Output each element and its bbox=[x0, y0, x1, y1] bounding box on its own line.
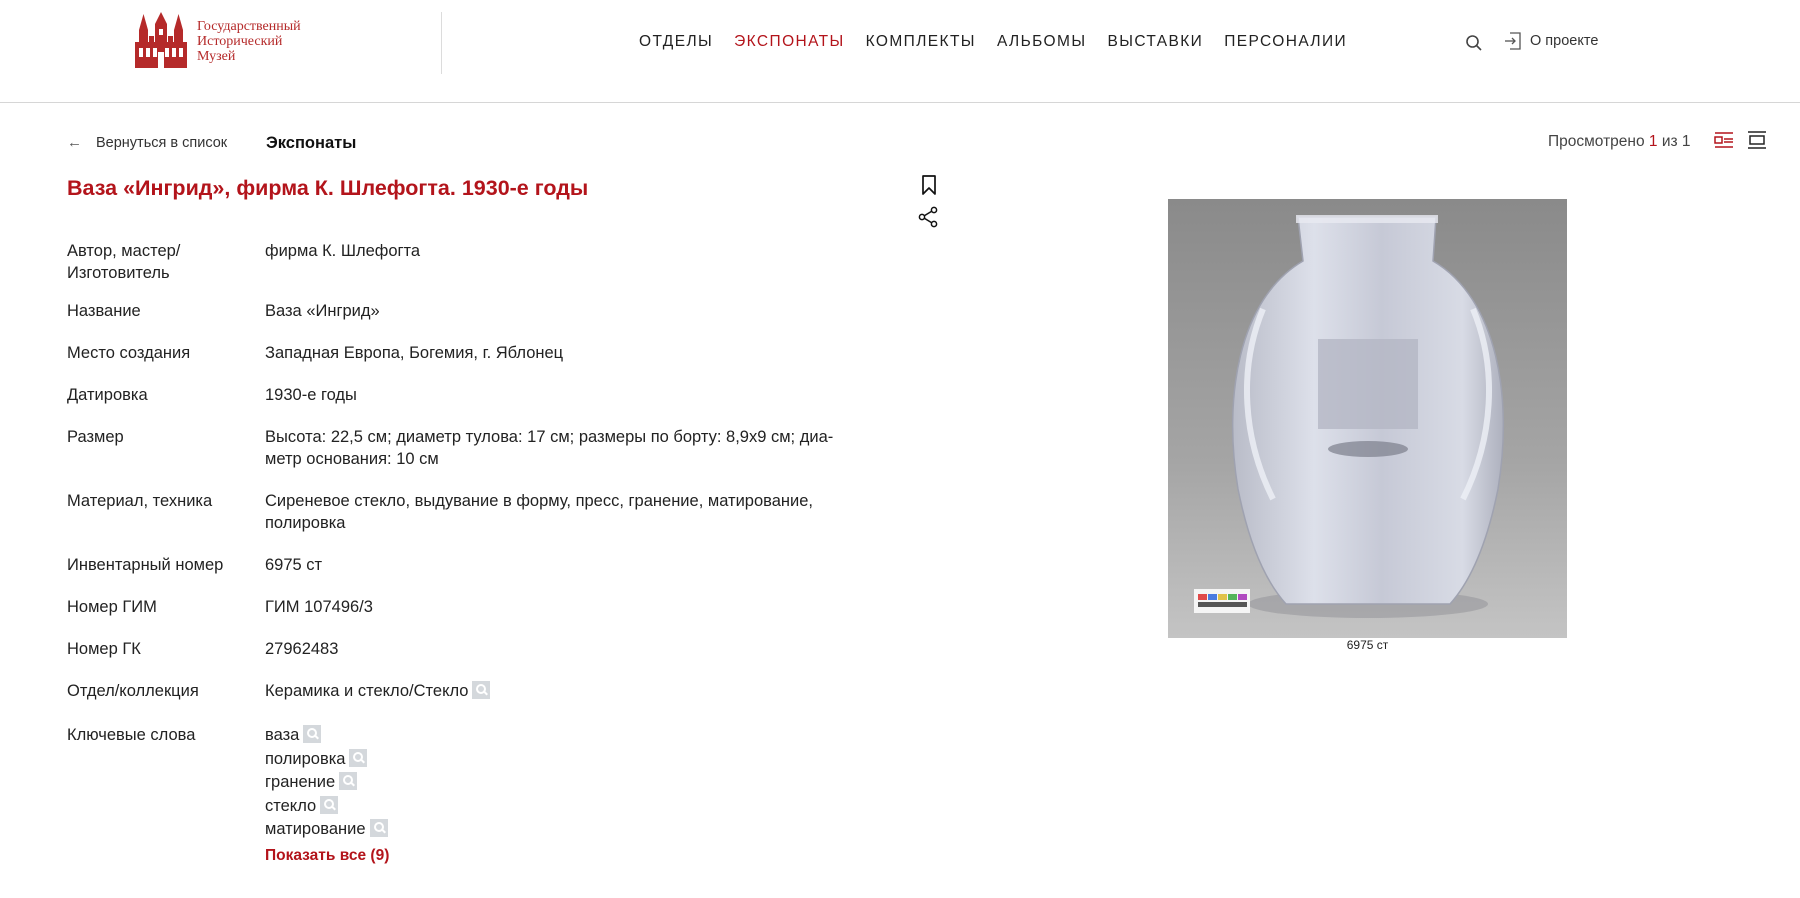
detail-value: Керамика и стекло/Стекло bbox=[265, 680, 895, 702]
item-photo[interactable] bbox=[1168, 199, 1567, 638]
share-icon bbox=[918, 206, 938, 228]
detail-label: Автор, мастер/ Изготовитель bbox=[67, 242, 181, 282]
list-view-icon bbox=[1714, 132, 1733, 148]
logo-line: Государственный bbox=[197, 18, 301, 34]
detail-row-department: Отдел/коллекция Керамика и стекло/Стекло bbox=[67, 680, 895, 702]
section-title: Экспонаты bbox=[266, 134, 357, 152]
vase-image bbox=[1168, 199, 1567, 638]
search-icon[interactable] bbox=[320, 795, 339, 814]
detail-row-size: Размер Высота: 22,5 см; диаметр тулова: … bbox=[67, 426, 895, 470]
keyword-link[interactable]: стекло bbox=[265, 797, 316, 815]
detail-label: Номер ГК bbox=[67, 640, 141, 658]
detail-label: Название bbox=[67, 302, 141, 320]
detail-value: фирма К. Шлефогта bbox=[265, 242, 421, 260]
search-icon bbox=[1466, 35, 1482, 51]
nav-item-albums[interactable]: АЛЬБОМЫ bbox=[997, 33, 1087, 51]
gallery-view-icon bbox=[1748, 131, 1766, 149]
detail-label: Ключевые слова bbox=[67, 726, 196, 744]
share-button[interactable] bbox=[917, 206, 939, 233]
bookmark-icon bbox=[922, 175, 936, 195]
about-label: О проекте bbox=[1530, 33, 1599, 49]
search-icon[interactable] bbox=[349, 748, 368, 767]
detail-value: 27962483 bbox=[265, 640, 339, 658]
detail-value: Высота: 22,5 см; диаметр тулова: 17 см; … bbox=[265, 428, 834, 468]
detail-row-inventory: Инвентарный номер 6975 ст bbox=[67, 554, 895, 576]
viewed-total: 1 bbox=[1681, 133, 1691, 150]
detail-label: Отдел/коллекция bbox=[67, 682, 199, 700]
detail-value: Ваза «Ингрид» bbox=[265, 302, 380, 320]
nav-item-persons[interactable]: ПЕРСОНАЛИИ bbox=[1224, 33, 1347, 51]
about-project-link[interactable]: О проекте bbox=[1504, 32, 1598, 50]
search-icon[interactable] bbox=[472, 681, 491, 699]
nav-item-exhibitions[interactable]: ВЫСТАВКИ bbox=[1107, 33, 1203, 51]
keyword-link[interactable]: матирование bbox=[265, 820, 366, 838]
photo-caption: 6975 ст bbox=[1346, 638, 1389, 652]
detail-label: Номер ГИМ bbox=[67, 598, 157, 616]
keyword-link[interactable]: ваза bbox=[265, 726, 299, 744]
detail-row-gim-number: Номер ГИМ ГИМ 107496/3 bbox=[67, 596, 895, 618]
detail-label: Материал, техника bbox=[67, 492, 213, 510]
login-icon bbox=[1505, 32, 1521, 50]
gallery-view-button[interactable] bbox=[1747, 130, 1767, 150]
detail-value: Сиреневое стекло, выдувание в форму, пре… bbox=[265, 492, 813, 532]
detail-row-keywords: Ключевые слова ваза полировка гранение с… bbox=[67, 724, 895, 867]
keyword-item: матирование bbox=[265, 818, 895, 842]
search-icon[interactable] bbox=[369, 819, 388, 837]
detail-label: Место создания bbox=[67, 344, 191, 362]
header-divider bbox=[441, 12, 442, 74]
detail-value: 6975 ст bbox=[265, 556, 323, 574]
nav-item-sets[interactable]: КОМПЛЕКТЫ bbox=[866, 33, 976, 51]
nav-item-departments[interactable]: ОТДЕЛЫ bbox=[639, 33, 713, 51]
show-all-keywords-link[interactable]: Показать все (9) bbox=[265, 845, 895, 867]
detail-label: Датировка bbox=[67, 386, 148, 404]
main-nav: ОТДЕЛЫ ЭКСПОНАТЫ КОМПЛЕКТЫ АЛЬБОМЫ ВЫСТА… bbox=[639, 33, 1368, 51]
back-to-list-link[interactable]: ← Вернуться в список bbox=[67, 134, 227, 151]
keywords-list: ваза полировка гранение стекло матирован… bbox=[265, 724, 895, 867]
detail-row-gk-number: Номер ГК 27962483 bbox=[67, 638, 895, 660]
keyword-item: стекло bbox=[265, 795, 895, 819]
keyword-item: полировка bbox=[265, 748, 895, 772]
search-icon[interactable] bbox=[303, 725, 322, 743]
keyword-link[interactable]: гранение bbox=[265, 773, 335, 791]
keyword-item: гранение bbox=[265, 771, 895, 795]
logo-line: Исторический bbox=[197, 33, 283, 49]
search-button[interactable] bbox=[1465, 34, 1483, 52]
arrow-left-icon: ← bbox=[67, 134, 82, 151]
detail-row-date: Датировка 1930-е годы bbox=[67, 384, 895, 406]
detail-label: Инвентарный номер bbox=[67, 556, 224, 574]
viewed-sep: из bbox=[1661, 133, 1678, 150]
viewed-prefix: Просмотрено bbox=[1548, 133, 1645, 150]
list-view-button[interactable] bbox=[1714, 130, 1734, 150]
item-title: Ваза «Ингрид», фирма К. Шлефогта. 1930-е… bbox=[67, 176, 589, 200]
detail-row-author: Автор, мастер/ Изготовитель фирма К. Шле… bbox=[67, 240, 895, 284]
viewed-current: 1 bbox=[1648, 133, 1658, 150]
detail-value: ГИМ 107496/3 bbox=[265, 598, 373, 616]
museum-building-icon bbox=[135, 12, 187, 68]
search-icon[interactable] bbox=[339, 772, 358, 790]
detail-value: 1930-е годы bbox=[265, 386, 357, 404]
nav-item-exhibits[interactable]: ЭКСПОНАТЫ bbox=[734, 33, 845, 51]
keyword-item: ваза bbox=[265, 724, 895, 748]
detail-label: Размер bbox=[67, 428, 124, 446]
logo-text: Государственный Исторический Музей bbox=[197, 19, 301, 64]
viewed-counter: Просмотрено 1 из 1 bbox=[1548, 133, 1691, 151]
detail-row-place: Место создания Западная Европа, Богемия,… bbox=[67, 342, 895, 364]
keyword-link[interactable]: полировка bbox=[265, 750, 345, 768]
detail-row-name: Название Ваза «Ингрид» bbox=[67, 300, 895, 322]
bookmark-button[interactable] bbox=[921, 175, 937, 200]
back-label: Вернуться в список bbox=[96, 134, 228, 151]
logo-line: Музей bbox=[197, 48, 236, 64]
detail-row-material: Материал, техника Сиреневое стекло, выду… bbox=[67, 490, 895, 534]
site-header: Государственный Исторический Музей ОТДЕЛ… bbox=[0, 0, 1800, 103]
detail-value: Западная Европа, Богемия, г. Яблонец bbox=[265, 344, 564, 362]
department-link[interactable]: Керамика и стекло/Стекло bbox=[265, 682, 468, 700]
museum-logo[interactable]: Государственный Исторический Музей bbox=[133, 12, 301, 70]
